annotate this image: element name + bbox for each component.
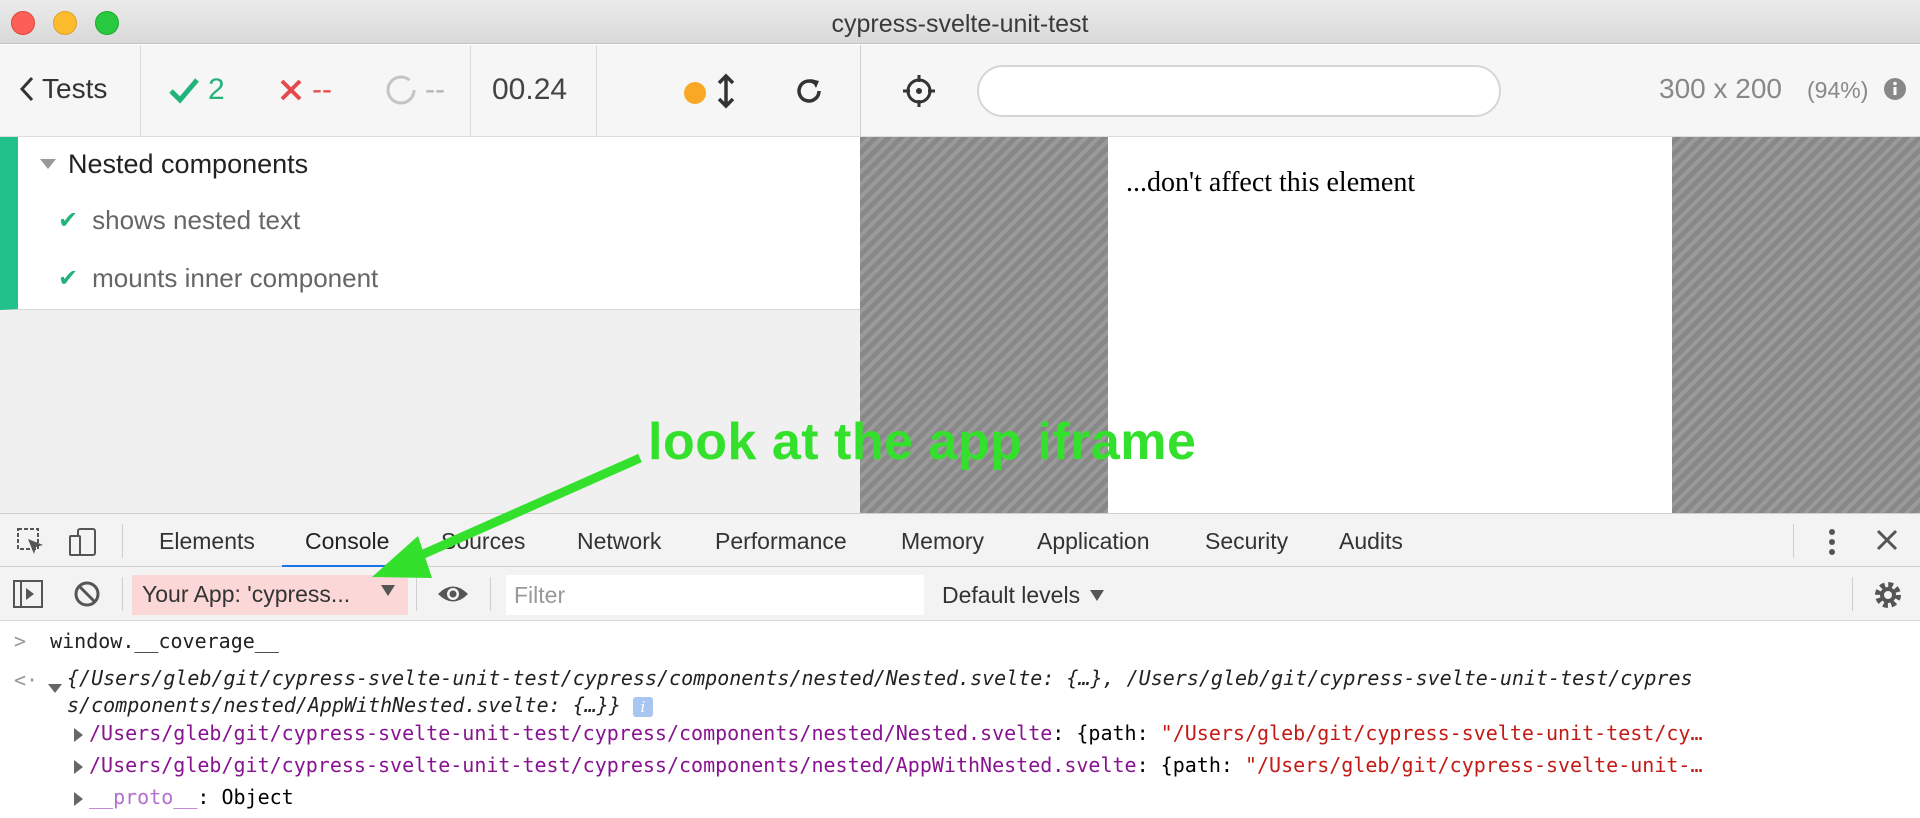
proto-key: __proto__	[89, 785, 198, 809]
eye-icon[interactable]	[436, 581, 470, 607]
annotation-label: look at the app iframe	[648, 413, 1197, 471]
check-icon: ✔	[58, 265, 79, 292]
app-text: ...don't affect this element	[1126, 167, 1416, 198]
entry-key: /Users/gleb/git/cypress-svelte-unit-test…	[89, 753, 1137, 777]
caret-down-icon[interactable]	[381, 585, 395, 596]
entry-value: "/Users/gleb/git/cypress-svelte-unit-…	[1244, 753, 1703, 777]
result-summary-line1[interactable]: {/Users/gleb/git/cypress-svelte-unit-tes…	[67, 666, 1693, 690]
tab-security[interactable]: Security	[1205, 528, 1288, 555]
pending-count: --	[385, 73, 445, 107]
passed-count-value: 2	[208, 73, 225, 106]
status-dot	[684, 82, 706, 104]
run-duration: 00.24	[492, 73, 568, 106]
expand-triangle-icon[interactable]	[74, 727, 83, 742]
failed-count: --	[278, 73, 332, 107]
window-title: cypress-svelte-unit-test	[831, 10, 1089, 38]
log-levels-label: Default levels	[942, 582, 1081, 608]
devtools-tab-bar: Elements Console Sources Network Perform…	[0, 513, 1920, 568]
gear-icon[interactable]	[1872, 579, 1904, 611]
chevron-left-icon	[19, 76, 34, 102]
proto-entry[interactable]: __proto__: Object	[74, 785, 294, 809]
viewport-scale: (94%)	[1807, 77, 1869, 103]
console-toolbar: Your App: 'cypress... Default levels	[0, 567, 1920, 621]
caret-down-icon[interactable]	[40, 159, 56, 169]
crosshair-icon[interactable]	[901, 73, 937, 109]
clear-console-icon[interactable]	[72, 579, 102, 609]
url-bar[interactable]	[977, 65, 1501, 117]
console-input-line[interactable]: > window.__coverage__	[14, 629, 279, 653]
expand-triangle-icon[interactable]	[74, 759, 83, 774]
title-bar: cypress-svelte-unit-test	[0, 0, 1920, 44]
entry-key: /Users/gleb/git/cypress-svelte-unit-test…	[89, 721, 1053, 745]
close-devtools-icon[interactable]	[1874, 527, 1900, 553]
test-item[interactable]: ✔ mounts inner component	[58, 263, 378, 294]
device-toolbar-icon[interactable]	[68, 527, 98, 557]
check-icon: ✔	[58, 207, 79, 234]
context-selector[interactable]: Your App: 'cypress...	[132, 575, 408, 615]
test-item[interactable]: ✔ shows nested text	[58, 205, 300, 236]
test-title: shows nested text	[92, 205, 301, 235]
browser-window: cypress-svelte-unit-test Tests 2 -- -- 0…	[0, 0, 1920, 818]
test-title: mounts inner component	[92, 263, 379, 293]
tab-elements[interactable]: Elements	[159, 528, 255, 555]
reload-icon[interactable]	[792, 74, 826, 108]
tests-back-button[interactable]: Tests	[18, 73, 107, 105]
runner-header: Tests 2 -- -- 00.24	[0, 45, 860, 137]
tab-network[interactable]: Network	[577, 528, 661, 555]
spinner-icon	[386, 75, 416, 105]
tab-console[interactable]: Console	[305, 528, 389, 555]
show-sidebar-icon[interactable]	[12, 579, 44, 609]
suite-title: Nested components	[68, 149, 309, 179]
expand-triangle-icon[interactable]	[74, 791, 83, 806]
filter-input[interactable]	[506, 575, 924, 615]
more-options-icon[interactable]	[1822, 527, 1842, 557]
tab-application[interactable]: Application	[1037, 528, 1150, 555]
prompt-chevron-icon: >	[14, 629, 27, 653]
proto-value: : Object	[197, 785, 294, 809]
tests-label: Tests	[42, 73, 108, 104]
tab-audits[interactable]: Audits	[1339, 528, 1403, 555]
collapse-triangle-icon[interactable]	[48, 675, 62, 699]
suite-block[interactable]: Nested components ✔ shows nested text ✔ …	[0, 137, 860, 310]
resize-arrows-icon[interactable]	[714, 73, 738, 109]
console-input-text: window.__coverage__	[50, 629, 279, 653]
tab-sources[interactable]: Sources	[441, 528, 525, 555]
check-icon	[169, 78, 199, 104]
x-icon	[280, 79, 302, 101]
viewport-size: 300 x 200	[1659, 73, 1782, 104]
console-output: > window.__coverage__ <· {/Users/gleb/gi…	[0, 621, 1920, 818]
pending-count-value: --	[425, 73, 445, 106]
entry-value: "/Users/gleb/git/cypress-svelte-unit-tes…	[1160, 721, 1703, 745]
object-entry[interactable]: /Users/gleb/git/cypress-svelte-unit-test…	[74, 721, 1703, 745]
passed-count: 2	[168, 73, 225, 107]
object-entry[interactable]: /Users/gleb/git/cypress-svelte-unit-test…	[74, 753, 1703, 777]
result-arrow-icon: <·	[14, 668, 39, 692]
inspect-element-icon[interactable]	[16, 527, 46, 557]
info-badge-icon[interactable]: i	[632, 696, 653, 717]
tab-memory[interactable]: Memory	[901, 528, 984, 555]
caret-down-icon	[1090, 590, 1105, 601]
result-summary-line2: s/components/nested/AppWithNested.svelte…	[67, 693, 621, 717]
info-icon[interactable]	[1883, 77, 1907, 101]
entry-prefix: : {path:	[1052, 721, 1161, 745]
entry-prefix: : {path:	[1136, 753, 1245, 777]
failed-count-value: --	[312, 73, 332, 106]
app-header: 300 x 200 (94%)	[860, 45, 1920, 137]
result-summary-line2-row[interactable]: s/components/nested/AppWithNested.svelte…	[67, 693, 653, 717]
log-levels-dropdown[interactable]: Default levels	[942, 582, 1105, 609]
tab-performance[interactable]: Performance	[715, 528, 847, 555]
